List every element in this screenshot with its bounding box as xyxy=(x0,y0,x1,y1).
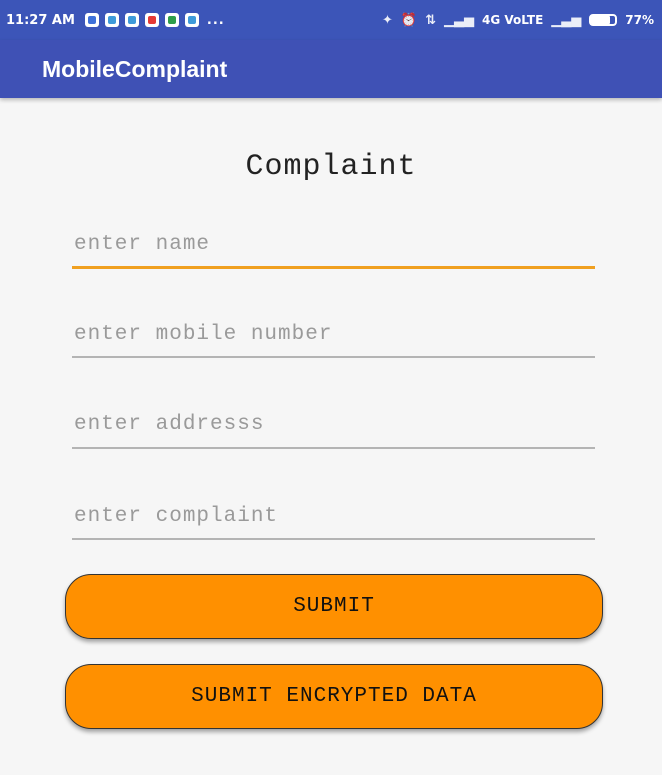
complaint-input[interactable] xyxy=(72,494,595,538)
status-time: 11:27 AM xyxy=(6,12,75,28)
battery-percent: 77% xyxy=(625,13,654,27)
address-underline xyxy=(72,447,595,449)
message-icon xyxy=(104,13,119,27)
data-arrows-icon: ⇅ xyxy=(425,12,436,28)
fi-icon xyxy=(124,13,139,27)
more-notifications: ... xyxy=(206,12,225,28)
app-title: MobileComplaint xyxy=(42,55,228,82)
network-type: 4G VoLTE xyxy=(481,13,544,27)
alarm-icon: ⏰ xyxy=(400,12,418,28)
uc-icon xyxy=(184,13,199,27)
name-input[interactable] xyxy=(72,222,595,266)
sms-icon xyxy=(84,13,99,27)
mobile-number-underline xyxy=(72,356,595,358)
submit-encrypted-data-button[interactable]: SUBMIT ENCRYPTED DATA xyxy=(65,664,603,729)
signal-icon: ▁▃▅ xyxy=(443,12,474,28)
signal-icon: ▁▃▅ xyxy=(551,12,582,28)
battery-icon xyxy=(589,14,618,26)
phone-icon xyxy=(164,13,179,27)
jio-icon xyxy=(144,13,159,27)
status-bar: 11:27 AM ... ✦ ⏰ ⇅ ▁▃▅ 4G VoLTE ▁▃▅ 77% xyxy=(0,0,662,40)
complaint-underline xyxy=(72,538,595,540)
address-input[interactable] xyxy=(72,402,595,446)
vibrate-icon: ✦ xyxy=(381,12,393,28)
submit-button[interactable]: SUBMIT xyxy=(65,574,603,639)
page-title: Complaint xyxy=(245,150,417,184)
mobile-number-input[interactable] xyxy=(72,312,595,356)
app-bar: MobileComplaint xyxy=(0,40,662,98)
name-input-underline xyxy=(72,266,595,269)
